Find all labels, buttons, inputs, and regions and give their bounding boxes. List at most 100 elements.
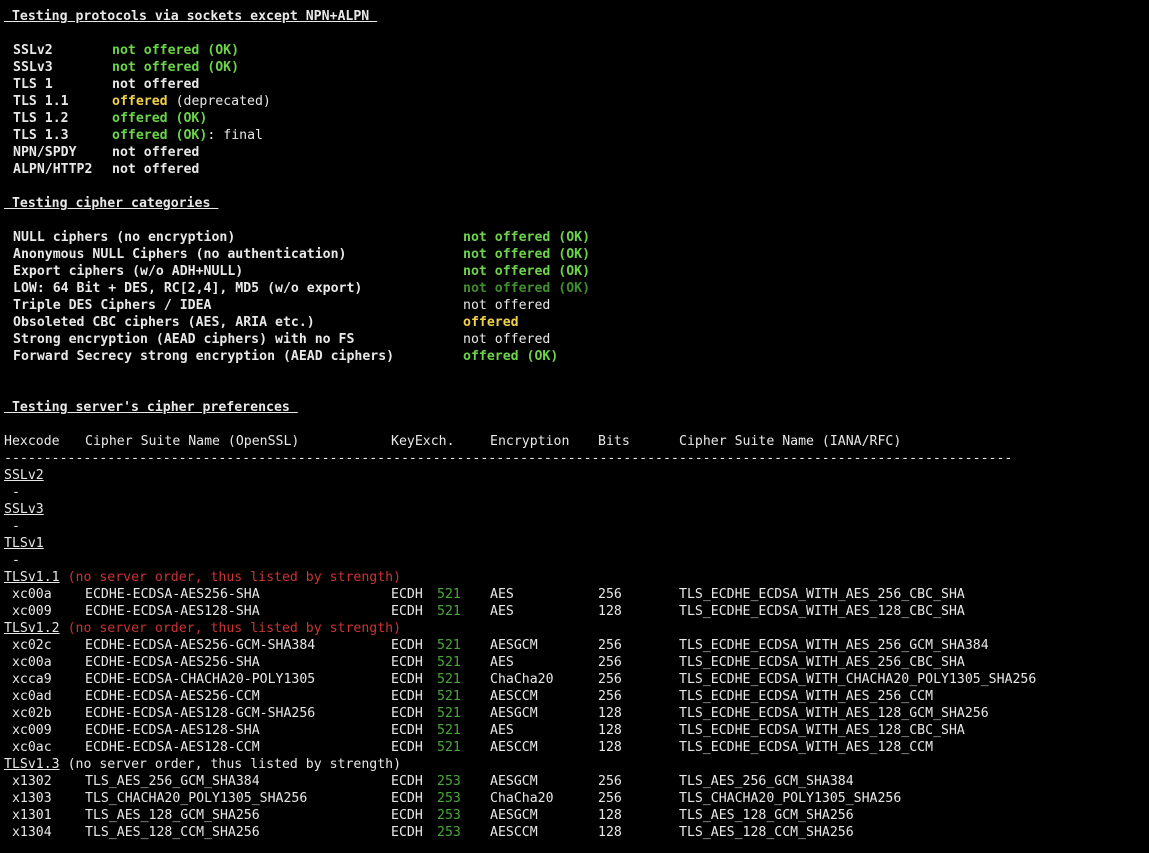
encryption: ChaCha20 bbox=[490, 791, 554, 806]
encryption: AESCCM bbox=[490, 825, 538, 840]
protocol-status-extra: : final bbox=[207, 128, 263, 143]
hexcode: xc0ac bbox=[4, 740, 52, 755]
iana-name: TLS_ECDHE_ECDSA_WITH_AES_256_CBC_SHA bbox=[679, 587, 965, 602]
hexcode: x1303 bbox=[4, 791, 52, 806]
protocol-status: offered (OK) bbox=[112, 128, 208, 143]
bits: 256 bbox=[598, 791, 622, 806]
section-title: Testing cipher categories bbox=[4, 196, 219, 211]
protocol-name: SSLv2 bbox=[13, 43, 53, 58]
encryption: AESCCM bbox=[490, 740, 538, 755]
openssl-name: ECDHE-ECDSA-AES256-SHA bbox=[85, 655, 260, 670]
category-name: Export ciphers (w/o ADH+NULL) bbox=[13, 264, 244, 279]
category-status: not offered (OK) bbox=[463, 281, 591, 296]
bits: 256 bbox=[598, 587, 622, 602]
iana-name: TLS_ECDHE_ECDSA_WITH_AES_128_CBC_SHA bbox=[679, 604, 965, 619]
protocol-name: TLS 1.3 bbox=[13, 128, 69, 143]
encryption: AESCCM bbox=[490, 689, 538, 704]
hexcode: xc009 bbox=[4, 723, 52, 738]
category-status: not offered (OK) bbox=[463, 264, 591, 279]
keyexch-bits: 521 bbox=[437, 706, 461, 721]
encryption: AES bbox=[490, 587, 514, 602]
keyexch-bits: 521 bbox=[437, 655, 461, 670]
category-name: Strong encryption (AEAD ciphers) with no… bbox=[13, 332, 355, 347]
category-name: LOW: 64 Bit + DES, RC[2,4], MD5 (w/o exp… bbox=[13, 281, 363, 296]
hexcode: xc02c bbox=[4, 638, 52, 653]
keyexch: ECDH bbox=[391, 655, 423, 670]
protocol-label: SSLv3 bbox=[4, 502, 44, 517]
category-name: Anonymous NULL Ciphers (no authenticatio… bbox=[13, 247, 347, 262]
keyexch: ECDH bbox=[391, 723, 423, 738]
category-name: NULL ciphers (no encryption) bbox=[13, 230, 236, 245]
protocol-name: ALPN/HTTP2 bbox=[13, 162, 93, 177]
protocol-name: NPN/SPDY bbox=[13, 145, 77, 160]
bits: 128 bbox=[598, 706, 622, 721]
hexcode: xc0ad bbox=[4, 689, 52, 704]
hexcode: x1302 bbox=[4, 774, 52, 789]
keyexch: ECDH bbox=[391, 689, 423, 704]
category-status: not offered bbox=[463, 332, 551, 347]
encryption: AESGCM bbox=[490, 706, 538, 721]
keyexch: ECDH bbox=[391, 808, 423, 823]
keyexch-bits: 521 bbox=[437, 604, 461, 619]
ordering-note: (no server order, thus listed by strengt… bbox=[59, 570, 402, 585]
encryption: AES bbox=[490, 604, 514, 619]
keyexch-bits: 253 bbox=[437, 808, 461, 823]
protocol-name: TLS 1 bbox=[13, 77, 53, 92]
keyexch-bits: 253 bbox=[437, 774, 461, 789]
category-status: offered bbox=[463, 315, 519, 330]
column-openssl-name: Cipher Suite Name (OpenSSL) bbox=[85, 434, 300, 449]
bits: 128 bbox=[598, 604, 622, 619]
protocol-status-extra: (deprecated) bbox=[167, 94, 271, 109]
separator-line: ----------------------------------------… bbox=[4, 451, 1013, 466]
category-name: Forward Secrecy strong encryption (AEAD … bbox=[13, 349, 395, 364]
keyexch: ECDH bbox=[391, 587, 423, 602]
protocol-status: offered bbox=[112, 94, 168, 109]
encryption: AESGCM bbox=[490, 774, 538, 789]
keyexch: ECDH bbox=[391, 740, 423, 755]
openssl-name: ECDHE-ECDSA-AES256-SHA bbox=[85, 587, 260, 602]
encryption: ChaCha20 bbox=[490, 672, 554, 687]
keyexch: ECDH bbox=[391, 825, 423, 840]
bits: 256 bbox=[598, 672, 622, 687]
openssl-name: ECDHE-ECDSA-CHACHA20-POLY1305 bbox=[85, 672, 316, 687]
openssl-name: ECDHE-ECDSA-AES128-SHA bbox=[85, 723, 260, 738]
protocol-label: TLSv1 bbox=[4, 536, 44, 551]
empty-dash: - bbox=[4, 519, 20, 534]
protocol-name: SSLv3 bbox=[13, 60, 53, 75]
protocol-status: not offered bbox=[112, 145, 200, 160]
section-title: Testing server's cipher preferences bbox=[4, 400, 298, 415]
column-iana-name: Cipher Suite Name (IANA/RFC) bbox=[679, 434, 902, 449]
protocol-label: TLSv1.1 bbox=[4, 570, 60, 585]
keyexch-bits: 521 bbox=[437, 587, 461, 602]
ordering-note: (no server order, thus listed by strengt… bbox=[59, 621, 402, 636]
empty-dash: - bbox=[4, 553, 20, 568]
keyexch: ECDH bbox=[391, 638, 423, 653]
iana-name: TLS_ECDHE_ECDSA_WITH_AES_256_GCM_SHA384 bbox=[679, 638, 989, 653]
keyexch-bits: 521 bbox=[437, 723, 461, 738]
empty-dash: - bbox=[4, 485, 20, 500]
protocol-status: not offered bbox=[112, 77, 200, 92]
openssl-name: TLS_AES_128_CCM_SHA256 bbox=[85, 825, 260, 840]
iana-name: TLS_ECDHE_ECDSA_WITH_AES_128_GCM_SHA256 bbox=[679, 706, 989, 721]
hexcode: x1301 bbox=[4, 808, 52, 823]
keyexch: ECDH bbox=[391, 672, 423, 687]
hexcode: xc009 bbox=[4, 604, 52, 619]
keyexch-bits: 521 bbox=[437, 638, 461, 653]
hexcode: xc00a bbox=[4, 655, 52, 670]
category-status: not offered (OK) bbox=[463, 230, 591, 245]
protocol-name: TLS 1.1 bbox=[13, 94, 69, 109]
openssl-name: ECDHE-ECDSA-AES256-GCM-SHA384 bbox=[85, 638, 316, 653]
column-keyexch: KeyExch. bbox=[391, 434, 455, 449]
iana-name: TLS_ECDHE_ECDSA_WITH_CHACHA20_POLY1305_S… bbox=[679, 672, 1037, 687]
bits: 256 bbox=[598, 774, 622, 789]
ordering-note: (no server order, thus listed by strengt… bbox=[59, 757, 402, 772]
bits: 128 bbox=[598, 740, 622, 755]
protocol-status: not offered (OK) bbox=[112, 43, 240, 58]
iana-name: TLS_AES_128_CCM_SHA256 bbox=[679, 825, 854, 840]
iana-name: TLS_ECDHE_ECDSA_WITH_AES_256_CCM bbox=[679, 689, 934, 704]
bits: 128 bbox=[598, 723, 622, 738]
category-name: Triple DES Ciphers / IDEA bbox=[13, 298, 212, 313]
hexcode: xc00a bbox=[4, 587, 52, 602]
hexcode: x1304 bbox=[4, 825, 52, 840]
protocol-label: TLSv1.3 bbox=[4, 757, 60, 772]
